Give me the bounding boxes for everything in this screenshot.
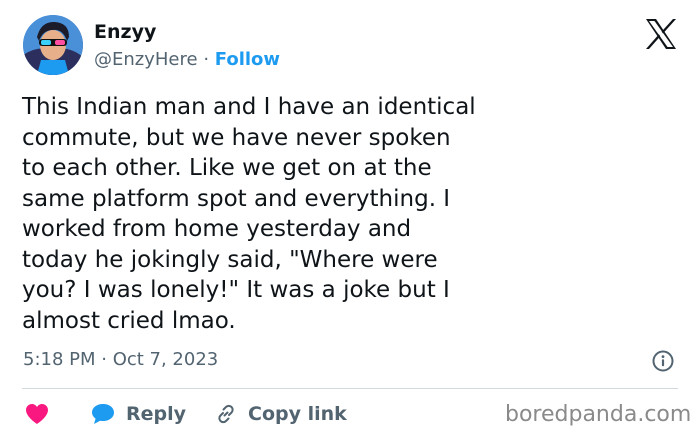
info-icon[interactable] [652,350,674,372]
reply-button[interactable]: Reply [50,402,186,426]
tweet-text: This Indian man and I have an identical … [22,94,476,334]
handle-separator: · [203,49,210,70]
reply-bubble-icon [92,404,114,424]
reply-label: Reply [126,403,187,425]
x-logo-icon[interactable] [644,18,678,50]
copy-link-label: Copy link [248,403,347,425]
tweet-card: Enzyy @EnzyHere · Follow This Indian man… [0,0,700,440]
divider [22,388,678,389]
author-handle[interactable]: @EnzyHere [94,49,198,70]
heart-icon [26,404,48,424]
avatar[interactable] [23,15,83,75]
link-icon [218,404,234,424]
author-name[interactable]: Enzyy [94,21,156,43]
author-handle-row: @EnzyHere · Follow [94,49,280,70]
tweet-timestamp[interactable]: 5:18 PM · Oct 7, 2023 [23,349,218,370]
copy-link-button[interactable]: Copy link [186,402,347,426]
action-bar: Reply Copy link [22,398,347,430]
follow-button[interactable]: Follow [215,49,280,70]
like-button[interactable] [22,402,50,426]
watermark: boredpanda.com [505,402,692,427]
